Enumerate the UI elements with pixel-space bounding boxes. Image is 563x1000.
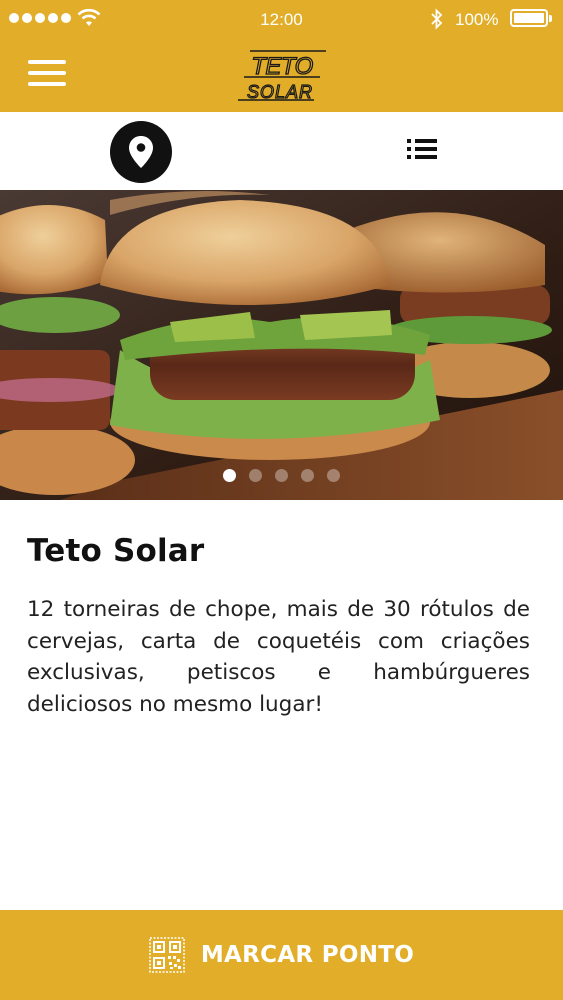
carousel-dot[interactable]	[249, 469, 262, 482]
app-header: TETO SOLAR	[0, 38, 563, 112]
carousel-dot[interactable]	[301, 469, 314, 482]
carousel-dot[interactable]	[327, 469, 340, 482]
carousel-dot[interactable]	[223, 469, 236, 482]
photo-carousel[interactable]	[0, 190, 563, 500]
carousel-indicator	[0, 469, 563, 482]
carousel-dot[interactable]	[275, 469, 288, 482]
check-in-label: MARCAR PONTO	[200, 942, 415, 968]
burger-photo	[0, 190, 563, 500]
hamburger-menu-icon[interactable]	[28, 60, 66, 90]
qr-code-icon	[149, 937, 185, 973]
battery-icon	[510, 9, 552, 27]
venue-title: Teto Solar	[27, 533, 205, 569]
map-pin-icon	[129, 136, 153, 168]
bluetooth-icon	[431, 8, 443, 30]
list-icon[interactable]	[405, 136, 439, 168]
venue-description: 12 torneiras de chope, mais de 30 rótulo…	[27, 597, 530, 717]
teto-solar-logo: TETO SOLAR	[238, 50, 326, 102]
view-tabs	[0, 112, 563, 191]
svg-text:TETO: TETO	[251, 53, 313, 80]
check-in-button[interactable]: MARCAR PONTO	[0, 910, 563, 1000]
svg-text:SOLAR: SOLAR	[247, 82, 313, 102]
tab-map[interactable]	[110, 121, 172, 183]
status-bar: 12:00 100%	[0, 0, 563, 38]
venue-details: Teto Solar 12 torneiras de chope, mais d…	[27, 533, 530, 742]
battery-percent: 100%	[455, 10, 499, 29]
